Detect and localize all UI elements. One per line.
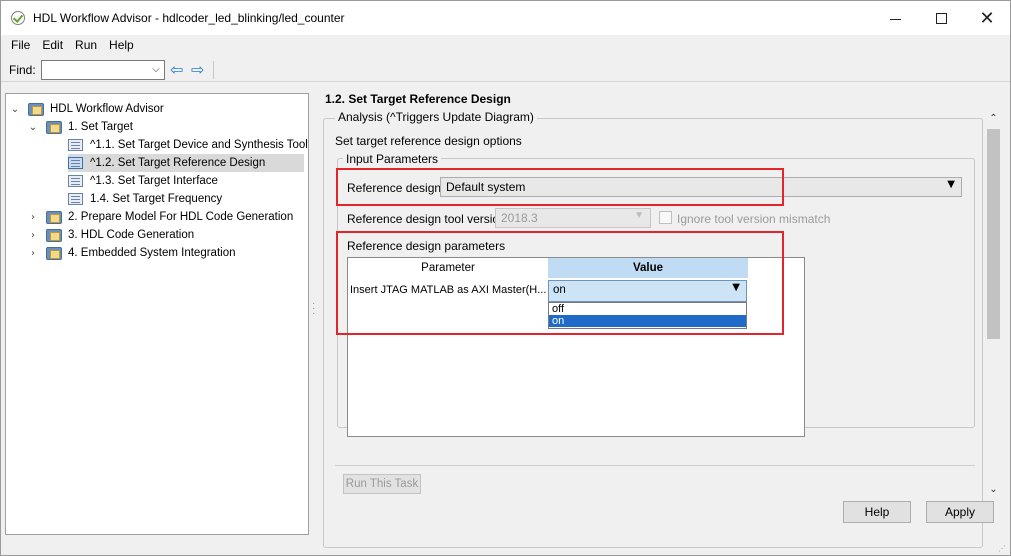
dropdown-triangle-icon: ▼ [947, 179, 955, 190]
chevron-down-icon[interactable]: ⌵ [152, 64, 160, 75]
help-button[interactable]: Help [843, 501, 911, 523]
minimize-icon [889, 18, 901, 20]
tree-item-set-target-interface[interactable]: ^1.3. Set Target Interface [68, 172, 218, 190]
check-circle-icon [11, 11, 25, 25]
folder-task-icon [46, 246, 62, 260]
page-title: 1.2. Set Target Reference Design [325, 92, 511, 106]
chevron-right-icon[interactable]: › [26, 248, 40, 259]
tree-item-set-target-device[interactable]: ^1.1. Set Target Device and Synthesis To… [68, 136, 308, 154]
tool-version-select: 2018.3 ▼ [495, 208, 651, 228]
ignore-mismatch-checkbox [659, 211, 672, 224]
menu-edit[interactable]: Edit [36, 38, 69, 52]
close-button[interactable]: ✕ [964, 1, 1010, 35]
task-document-icon [68, 157, 83, 169]
task-details-panel: 1.2. Set Target Reference Design Analysi… [317, 85, 1007, 548]
arrow-left-icon: ⇦ [169, 60, 184, 79]
minimize-button[interactable] [872, 1, 918, 35]
find-next-button[interactable]: ⇨ [189, 60, 207, 79]
maximize-icon [935, 12, 947, 24]
menu-bar: File Edit Run Help [1, 35, 1010, 55]
close-icon: ✕ [979, 7, 995, 29]
set-options-text: Set target reference design options [335, 134, 522, 148]
panel-splitter[interactable]: · · · [312, 299, 315, 319]
tree-item-label: 4. Embedded System Integration [68, 247, 236, 259]
menu-help[interactable]: Help [103, 38, 140, 52]
folder-task-icon [46, 210, 62, 224]
tree-item-set-target[interactable]: ⌄ 1. Set Target [26, 118, 133, 136]
hdl-workflow-advisor-window: HDL Workflow Advisor - hdlcoder_led_blin… [0, 0, 1011, 556]
vertical-scrollbar[interactable]: ⌃ ⌄ [985, 109, 1002, 495]
window-title: HDL Workflow Advisor - hdlcoder_led_blin… [33, 11, 345, 25]
tree-item-set-target-reference-design[interactable]: ^1.2. Set Target Reference Design [68, 154, 304, 172]
tree-item-label: ^1.3. Set Target Interface [90, 175, 218, 187]
tree-item-label: 3. HDL Code Generation [68, 229, 195, 241]
folder-task-icon [28, 102, 44, 116]
tree-item-label: ^1.2. Set Target Reference Design [90, 157, 266, 169]
divider [335, 465, 975, 466]
run-this-task-button: Run This Task [343, 474, 421, 494]
find-previous-button[interactable]: ⇦ [168, 60, 186, 79]
workflow-tree: ⌄ HDL Workflow Advisor ⌄ 1. Set Target ^… [5, 93, 309, 535]
task-document-icon [68, 175, 83, 187]
folder-task-icon [46, 120, 62, 134]
tree-item-set-target-frequency[interactable]: 1.4. Set Target Frequency [68, 190, 222, 208]
folder-task-icon [46, 228, 62, 242]
tool-version-value: 2018.3 [501, 211, 538, 225]
scroll-down-icon[interactable]: ⌄ [985, 484, 1002, 500]
analysis-label: Analysis (^Triggers Update Diagram) [335, 110, 537, 124]
tree-item-prepare-model[interactable]: › 2. Prepare Model For HDL Code Generati… [26, 208, 293, 226]
find-toolbar: Find: ⌵ ⇦ ⇨ [1, 58, 1010, 82]
chevron-down-icon[interactable]: ⌄ [26, 122, 40, 133]
reference-design-highlight [336, 168, 784, 206]
tree-item-hdl-code-generation[interactable]: › 3. HDL Code Generation [26, 226, 194, 244]
tree-item-label: 1.4. Set Target Frequency [90, 193, 223, 205]
task-document-icon [68, 193, 83, 205]
find-input[interactable]: ⌵ [40, 59, 165, 80]
scroll-up-icon[interactable]: ⌃ [985, 113, 1002, 129]
scrollbar-thumb[interactable] [987, 129, 1000, 339]
menu-run[interactable]: Run [69, 38, 103, 52]
find-label: Find: [9, 62, 36, 77]
chevron-down-icon[interactable]: ⌄ [8, 104, 22, 115]
tree-item-label: 1. Set Target [68, 121, 133, 133]
tree-item-root[interactable]: ⌄ HDL Workflow Advisor [8, 100, 164, 118]
chevron-right-icon[interactable]: › [26, 230, 40, 241]
tree-item-embedded-system-integration[interactable]: › 4. Embedded System Integration [26, 244, 236, 262]
menu-file[interactable]: File [5, 38, 36, 52]
parameters-highlight [336, 231, 784, 335]
resize-grip-icon[interactable]: ⋰ [998, 544, 1006, 553]
title-bar: HDL Workflow Advisor - hdlcoder_led_blin… [1, 1, 1010, 35]
tree-item-label: HDL Workflow Advisor [50, 103, 164, 115]
dropdown-triangle-icon: ▼ [634, 210, 644, 221]
task-document-icon [68, 139, 83, 151]
ignore-mismatch-label: Ignore tool version mismatch [677, 212, 831, 226]
input-parameters-label: Input Parameters [343, 152, 442, 166]
tree-item-label: 2. Prepare Model For HDL Code Generation [68, 211, 294, 223]
tree-item-label: ^1.1. Set Target Device and Synthesis To… [90, 139, 308, 151]
toolbar-divider [212, 60, 214, 79]
window-controls: ✕ [872, 1, 1010, 35]
chevron-right-icon[interactable]: › [26, 212, 40, 223]
maximize-button[interactable] [918, 1, 964, 35]
apply-button[interactable]: Apply [926, 501, 994, 523]
tool-version-label: Reference design tool version: [347, 212, 510, 226]
arrow-right-icon: ⇨ [190, 60, 205, 79]
